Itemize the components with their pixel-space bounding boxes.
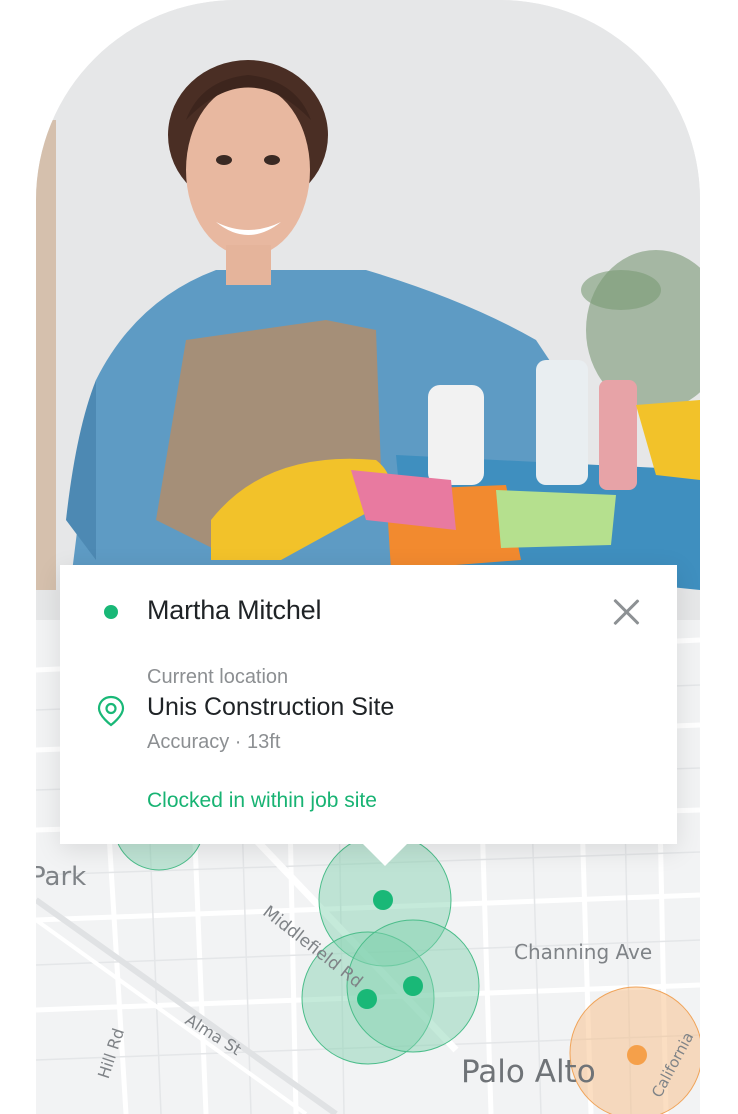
site-name: Unis Construction Site [147,693,395,721]
popup-pointer [363,844,407,866]
online-dot-icon [104,605,118,619]
location-pin-icon [97,695,125,727]
employee-location-popup[interactable]: Martha Mitchel Current location Unis Con… [60,565,677,844]
location-label: Current location [147,666,289,688]
map-label-palo-alto: Palo Alto [461,1054,596,1090]
worker-photo [36,0,700,620]
accuracy-text: Accuracy · 13ft [147,731,281,753]
hero-visual: Park Middlefield Rd Channing Ave Alma St… [36,0,700,1114]
map-label-park: Park [36,862,87,892]
map-label-channing: Channing Ave [514,940,653,964]
close-icon[interactable] [609,595,643,629]
clock-status: Clocked in within job site [147,789,377,812]
employee-name: Martha Mitchel [147,595,322,625]
